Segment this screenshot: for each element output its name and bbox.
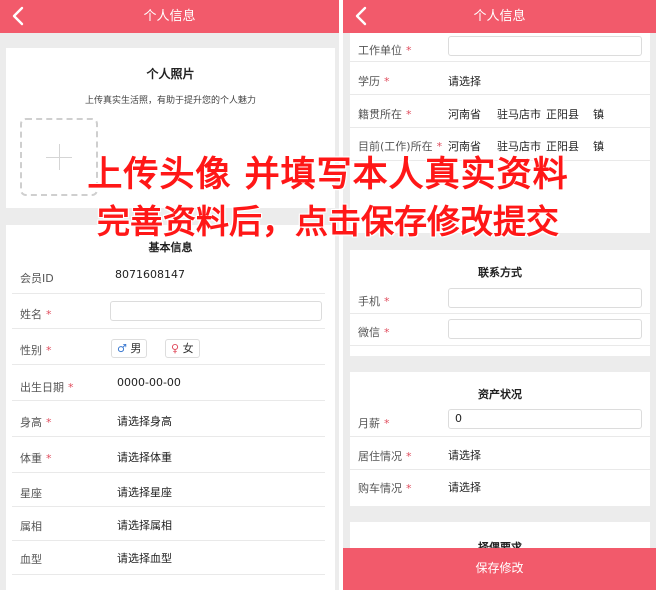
education-select[interactable]: 请选择 [448,73,481,89]
birthday-value[interactable]: 0000-00-00 [117,376,181,389]
female-icon: ♀ [171,342,180,355]
photo-section-subtitle: 上传真实生活照，有助于提升您的个人魅力 [84,96,256,106]
work-unit-input[interactable] [448,36,642,56]
header-bar: 个人信息 [343,0,656,33]
salary-label: 月薪 * [358,417,390,430]
gender-male-button[interactable]: ♂ 男 [111,339,148,358]
car-label: 购车情况 * [358,482,412,495]
height-row[interactable]: 身高 * 请选择身高 [12,401,325,437]
height-label: 身高 * [20,416,52,429]
native-town-select[interactable]: 镇 [593,106,604,122]
education-row[interactable]: 学历 * 请选择 [350,62,650,95]
native-place-label: 籍贯所在 * [358,108,412,121]
phone-row: 手机 * [350,283,650,314]
photo-section-title: 个人照片 [146,67,195,81]
housing-select[interactable]: 请选择 [448,447,481,463]
weight-select[interactable]: 请选择体重 [117,449,172,465]
member-id-label: 会员ID [20,272,54,285]
salary-input[interactable]: 0 [448,409,642,429]
housing-label: 居住情况 * [358,450,412,463]
member-id-value: 8071608147 [115,268,185,281]
current-city-select[interactable]: 驻马店市 [497,138,541,154]
name-row: 姓名 * [12,294,325,329]
housing-row[interactable]: 居住情况 * 请选择 [350,437,650,470]
header-bar: 个人信息 [0,0,339,33]
phone-input[interactable] [448,288,642,308]
current-place-label: 目前(工作)所在 * [358,140,443,153]
gender-female-label: 女 [182,342,194,355]
assets-card: 资产状况 月薪 * 0 居住情况 * 请选择 购车情况 * 请选择 [350,372,650,506]
native-place-row: 籍贯所在 * 河南省 驻马店市 正阳县 镇 [350,95,650,128]
salary-row: 月薪 * 0 [350,404,650,437]
right-screen: 个人信息 工作单位 * 学历 * 请选择 籍贯所在 * 河南省 驻马店市 正阳县 镇 … [343,0,656,590]
current-county-select[interactable]: 正阳县 [546,138,579,154]
member-id-row: 会员ID 8071608147 [12,259,325,294]
basic-info-title: 基本信息 [148,241,193,254]
gender-female-button[interactable]: ♀ 女 [165,339,200,358]
work-unit-label: 工作单位 * [358,44,412,57]
gender-row: 性别 * ♂ 男 ♀ 女 [12,329,325,365]
native-county-select[interactable]: 正阳县 [546,106,579,122]
constellation-select[interactable]: 请选择星座 [117,484,172,500]
zodiac-label: 属相 [20,520,42,533]
gender-male-label: 男 [130,342,142,355]
name-label: 姓名 * [20,308,52,321]
name-input[interactable] [110,301,322,321]
contact-title: 联系方式 [478,266,522,279]
gender-label: 性别 * [20,344,52,357]
current-province-select[interactable]: 河南省 [448,138,481,154]
birthday-row[interactable]: 出生日期 * 0000-00-00 [12,365,325,401]
left-screen: 个人信息 个人照片 上传真实生活照，有助于提升您的个人魅力 基本信息 会员ID … [0,0,339,590]
height-select[interactable]: 请选择身高 [117,413,172,429]
assets-title: 资产状况 [478,388,522,401]
current-place-row: 目前(工作)所在 * 河南省 驻马店市 正阳县 镇 [350,128,650,161]
wechat-label: 微信 * [358,326,390,339]
education-label: 学历 * [358,75,390,88]
work-unit-row: 工作单位 * [350,33,650,62]
upload-photo-button[interactable] [20,118,98,196]
phone-label: 手机 * [358,295,390,308]
page-title: 个人信息 [473,9,526,24]
weight-label: 体重 * [20,452,52,465]
current-town-select[interactable]: 镇 [593,138,604,154]
native-province-select[interactable]: 河南省 [448,106,481,122]
blood-label: 血型 [20,553,42,566]
blood-row[interactable]: 血型 请选择血型 [12,541,325,575]
basic-info-card: 基本信息 会员ID 8071608147 姓名 * 性别 * ♂ 男 ♀ 女 出生日… [6,225,335,590]
wechat-input[interactable] [448,319,642,339]
photo-card: 个人照片 上传真实生活照，有助于提升您的个人魅力 [6,48,335,208]
page-title: 个人信息 [143,9,196,24]
blood-select[interactable]: 请选择血型 [117,550,172,566]
constellation-row[interactable]: 星座 请选择星座 [12,473,325,507]
zodiac-row[interactable]: 属相 请选择属相 [12,507,325,541]
car-row[interactable]: 购车情况 * 请选择 [350,470,650,503]
native-city-select[interactable]: 驻马店市 [497,106,541,122]
male-icon: ♂ [117,342,127,355]
career-card: 工作单位 * 学历 * 请选择 籍贯所在 * 河南省 驻马店市 正阳县 镇 目前(工作… [350,33,650,233]
zodiac-select[interactable]: 请选择属相 [117,517,172,533]
contact-card: 联系方式 手机 * 微信 * [350,250,650,356]
constellation-label: 星座 [20,487,42,500]
save-button[interactable]: 保存修改 [343,548,656,590]
weight-row[interactable]: 体重 * 请选择体重 [12,437,325,473]
car-select[interactable]: 请选择 [448,479,481,495]
wechat-row: 微信 * [350,314,650,346]
birthday-label: 出生日期 * [20,381,74,394]
